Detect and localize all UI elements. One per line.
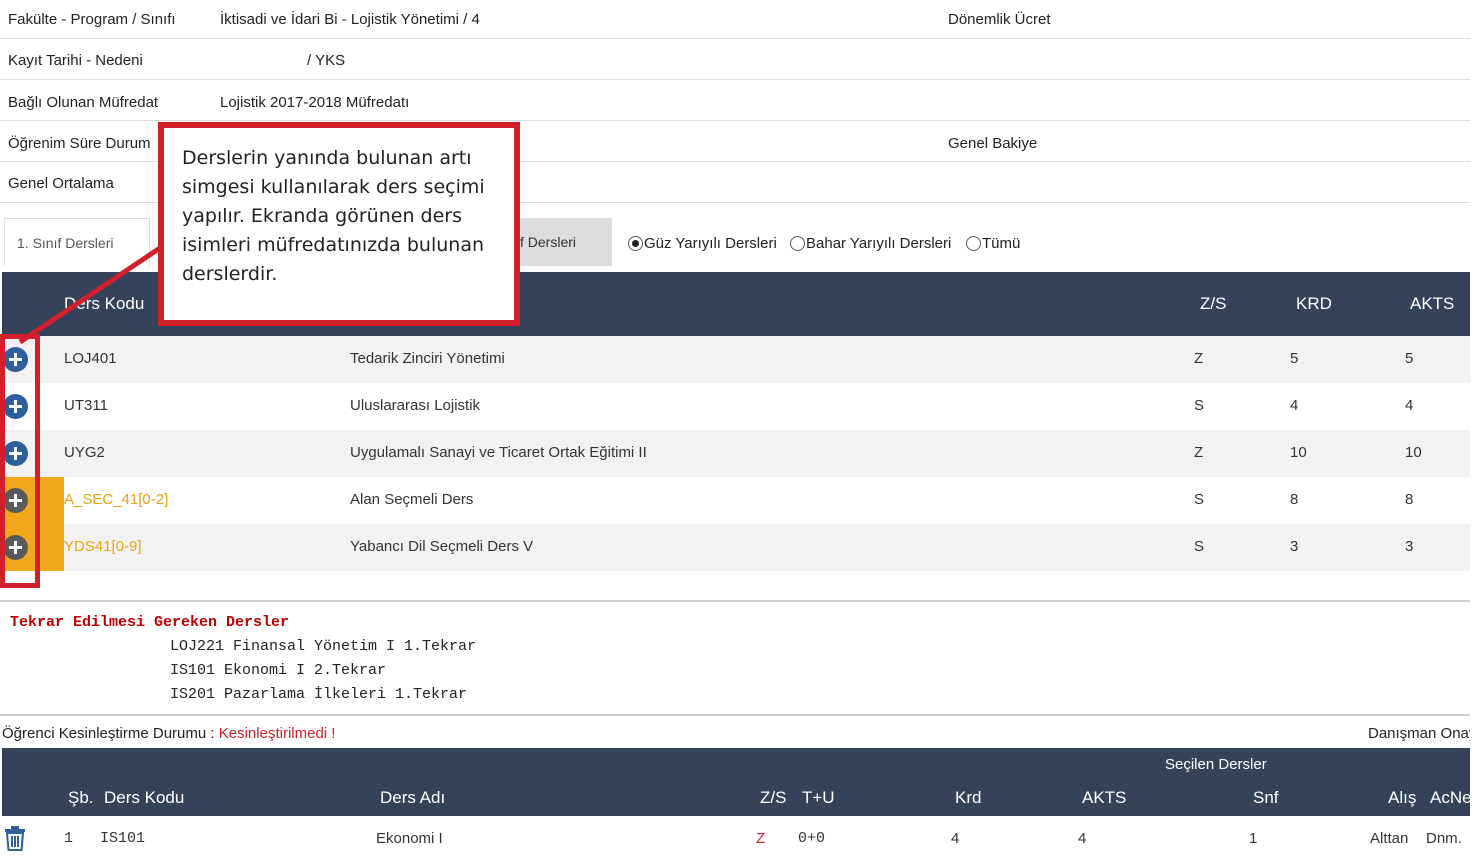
row-tu: 0+0 [798, 830, 826, 847]
course-akts: 5 [1405, 350, 1414, 367]
gpa-label: Genel Ortalama [8, 175, 114, 192]
repeat-courses-title: Tekrar Edilmesi Gereken Dersler [10, 614, 290, 631]
repeat-course-item: IS201 Pazarlama İlkeleri 1.Tekrar [170, 686, 468, 703]
course-krd: 8 [1290, 491, 1299, 508]
balance-label: Genel Bakiye [948, 135, 1038, 152]
registration-value: / YKS [307, 52, 346, 69]
curriculum-value: Lojistik 2017-2018 Müfredatı [220, 94, 410, 111]
header-alis: Alış [1388, 788, 1417, 807]
callout-pointer [18, 245, 162, 345]
header-krd: Krd [955, 788, 982, 807]
course-code: YDS41[0-9] [64, 538, 142, 555]
confirmation-status: Öğrenci Kesinleştirme Durumu : Kesinleşt… [2, 725, 335, 742]
trash-icon[interactable] [4, 826, 26, 851]
radio-spring-term[interactable]: Bahar Yarıyılı Dersleri [790, 235, 951, 252]
advisor-approval: Danışman Onay [1368, 725, 1470, 742]
course-name: Uygulamalı Sanayi ve Ticaret Ortak Eğiti… [350, 444, 647, 461]
radio-button[interactable] [966, 236, 981, 251]
selected-table-header: Seçilen Dersler Şb. Ders Kodu Ders Adı Z… [2, 748, 1470, 816]
row-akts: 4 [1078, 830, 1087, 847]
header-akts: AKTS [1410, 294, 1455, 313]
table-row: LOJ401 Tedarik Zinciri Yönetimi Z 5 5 [0, 336, 1470, 383]
course-krd: 3 [1290, 538, 1299, 555]
header-snf: Snf [1253, 788, 1279, 807]
course-code: LOJ401 [64, 350, 117, 367]
program-value: İktisadi ve İdari Bi - Lojistik Yönetimi… [220, 11, 480, 28]
radio-label: Tümü [982, 235, 1021, 252]
header-krd: KRD [1296, 294, 1332, 313]
row-sb: 1 [64, 830, 74, 847]
course-name: Uluslararası Lojistik [350, 397, 481, 414]
course-name: Yabancı Dil Seçmeli Ders V [350, 538, 534, 555]
row-zs: Z [756, 830, 766, 847]
instruction-callout: Derslerin yanında bulunan artı simgesi k… [158, 122, 520, 326]
status-label: Öğrenci Kesinleştirme Durumu : [2, 725, 215, 742]
divider [0, 714, 1470, 716]
table-row: UT311 Uluslararası Lojistik S 4 4 [0, 383, 1470, 430]
table-row: 1 IS101 Ekonomi I Z 0+0 4 4 1 Alttan Dnm… [0, 816, 1470, 858]
course-krd: 4 [1290, 397, 1299, 414]
curriculum-label: Bağlı Olunan Müfredat [8, 94, 159, 111]
row-alis: Alttan [1370, 830, 1409, 847]
course-zs: Z [1194, 350, 1204, 367]
table-row: UYG2 Uygulamalı Sanayi ve Ticaret Ortak … [0, 430, 1470, 477]
table-row: YDS41[0-9] Yabancı Dil Seçmeli Ders V S … [0, 524, 1470, 571]
course-zs: S [1194, 397, 1205, 414]
course-name: Tedarik Zinciri Yönetimi [350, 350, 505, 367]
radio-button[interactable] [790, 236, 805, 251]
header-code: Ders Kodu [104, 788, 185, 807]
course-zs: S [1194, 491, 1205, 508]
callout-text: Derslerin yanında bulunan artı simgesi k… [182, 147, 485, 285]
radio-label: Bahar Yarıyılı Dersleri [806, 235, 952, 252]
row-name: Ekonomi I [376, 830, 443, 847]
header-zs: Z/S [1200, 294, 1227, 313]
tab-label: f Dersleri [520, 234, 577, 250]
table-row: A_SEC_41[0-2] Alan Seçmeli Ders S 8 8 [0, 477, 1470, 524]
course-zs: S [1194, 538, 1205, 555]
course-akts: 10 [1405, 444, 1422, 461]
selected-title: Seçilen Dersler [1165, 756, 1267, 773]
radio-all[interactable]: Tümü [966, 235, 1020, 252]
row-acne: Dnm. [1426, 830, 1462, 847]
course-akts: 4 [1405, 397, 1414, 414]
repeat-course-item: IS101 Ekonomi I 2.Tekrar [170, 662, 387, 679]
repeat-course-item: LOJ221 Finansal Yönetim I 1.Tekrar [170, 638, 477, 655]
program-label: Fakülte - Program / Sınıfı [8, 11, 176, 28]
course-name: Alan Seçmeli Ders [350, 491, 474, 508]
row-snf: 1 [1249, 830, 1258, 847]
course-code: A_SEC_41[0-2] [64, 491, 169, 508]
plus-column-highlight [0, 334, 40, 588]
row-krd: 4 [951, 830, 960, 847]
radio-button[interactable] [628, 236, 643, 251]
study-status-label: Öğrenim Süre Durum [8, 135, 151, 152]
divider [0, 120, 1470, 121]
divider [0, 79, 1470, 80]
course-krd: 10 [1290, 444, 1307, 461]
row-code: IS101 [100, 830, 146, 847]
radio-label: Güz Yarıyılı Dersleri [644, 235, 777, 252]
divider [0, 600, 1470, 602]
course-akts: 8 [1405, 491, 1414, 508]
fee-label: Dönemlik Ücret [948, 11, 1051, 28]
header-name: Ders Adı [380, 788, 446, 807]
registration-label: Kayıt Tarihi - Nedeni [8, 52, 143, 69]
radio-fall-term[interactable]: Güz Yarıyılı Dersleri [628, 235, 777, 252]
divider [0, 38, 1470, 39]
course-akts: 3 [1405, 538, 1414, 555]
header-sb: Şb. [68, 788, 94, 807]
header-acne: AcNe [1430, 788, 1470, 807]
header-zs: Z/S [760, 788, 787, 807]
course-code: UYG2 [64, 444, 105, 461]
course-code: UT311 [64, 397, 108, 414]
header-akts: AKTS [1082, 788, 1127, 807]
course-krd: 5 [1290, 350, 1299, 367]
course-zs: Z [1194, 444, 1204, 461]
status-value: Kesinleştirilmedi ! [218, 725, 336, 742]
header-tu: T+U [802, 788, 835, 807]
